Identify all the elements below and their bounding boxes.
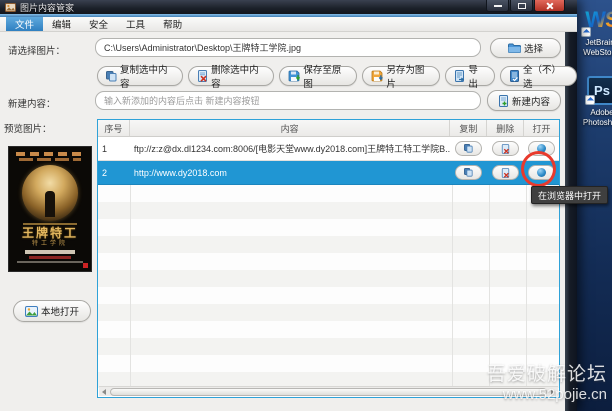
tooltip: 在浏览器中打开 (531, 186, 609, 204)
poster-circle-art (22, 165, 78, 221)
poster-credits-bar (16, 152, 84, 156)
save-as-image-label: 另存为图片 (386, 65, 425, 90)
minimize-icon (493, 4, 502, 7)
header-open: 打开 (532, 123, 551, 134)
choose-image-label: 选择 (523, 44, 543, 55)
poster-credits-bar (19, 158, 81, 161)
delete-selected-label: 删除选中内容 (211, 65, 259, 90)
delete-icon (502, 143, 510, 154)
poster-credits-bar (29, 256, 71, 259)
column-divider (489, 185, 490, 388)
column-divider (526, 185, 527, 388)
poster-preview-image: 王牌特工 特工学院 (8, 146, 92, 272)
row-delete-button[interactable] (492, 141, 520, 156)
webstorm-icon: WS (581, 5, 612, 37)
export-button[interactable]: 导出 (445, 65, 495, 90)
column-divider (452, 185, 453, 388)
copy-icon (106, 70, 117, 82)
export-label: 导出 (468, 65, 478, 90)
row-content: http://www.dy2018.com (133, 167, 227, 178)
shortcut-arrow-icon (585, 95, 595, 105)
close-icon (546, 2, 554, 10)
watermark-line1: 吾爱破解论坛 (486, 364, 607, 385)
table-header: 序号 内容 复制 删除 打开 (98, 120, 559, 137)
row-content: ftp://z:z@dx.dl1234.com:8006/[电影天堂www.dy… (133, 144, 451, 154)
poster-credits-bar (25, 250, 75, 254)
row-delete-button[interactable] (492, 165, 520, 180)
app-icon (5, 2, 16, 12)
image-path-input[interactable] (95, 38, 481, 57)
preview-label: 预览图片： (4, 124, 52, 135)
close-button[interactable] (534, 0, 565, 12)
select-all-label: 全（不）选 (523, 65, 562, 90)
copy-icon (464, 168, 473, 177)
poster-title: 王牌特工 (21, 226, 78, 240)
menubar: 文件 编辑 安全 工具 帮助 (0, 17, 577, 32)
minimize-button[interactable] (486, 0, 509, 12)
toolbar: 复制选中内容 删除选中内容 保存至原图 另存为图片 导出 全（不）选 (97, 65, 578, 90)
annotation-circle (521, 151, 556, 187)
choose-image-button[interactable]: 选择 (490, 38, 561, 58)
copy-icon (464, 144, 473, 153)
new-content-label: 新建内容： (8, 99, 56, 110)
row-copy-button[interactable] (455, 141, 483, 156)
save-to-original-label: 保存至原图 (303, 65, 342, 90)
photoshop-icon: Ps (585, 76, 612, 105)
scroll-left-arrow[interactable] (99, 387, 109, 397)
export-icon (454, 70, 465, 82)
save-as-image-button[interactable]: 另存为图片 (362, 65, 441, 90)
window-controls (485, 0, 565, 12)
select-all-icon (509, 70, 520, 82)
menu-edit[interactable]: 编辑 (43, 17, 80, 31)
watermark-line2: www.52pojie.cn (502, 386, 607, 403)
poster-divider (23, 223, 77, 225)
select-all-button[interactable]: 全（不）选 (500, 65, 578, 90)
menu-help[interactable]: 帮助 (154, 17, 191, 31)
select-image-label: 请选择图片： (8, 46, 66, 57)
copy-selected-button[interactable]: 复制选中内容 (97, 65, 184, 90)
delete-selected-button[interactable]: 删除选中内容 (188, 65, 275, 90)
menu-security[interactable]: 安全 (80, 17, 117, 31)
scrollbar-thumb[interactable] (110, 387, 547, 396)
screen: WS JetBrains WebStorm Ps Adobe Photoshop… (0, 0, 612, 411)
maximize-button[interactable] (510, 0, 533, 12)
copy-selected-label: 复制选中内容 (120, 65, 168, 90)
column-divider (130, 185, 131, 388)
save-as-icon (371, 70, 384, 82)
photo-icon (24, 305, 38, 317)
poster-credits-bar (17, 261, 83, 263)
row-index: 2 (102, 167, 108, 178)
menu-tools[interactable]: 工具 (117, 17, 154, 31)
shortcut-arrow-icon (581, 27, 592, 37)
delete-icon (502, 167, 510, 178)
watermark: 吾爱破解论坛 www.52pojie.cn (487, 359, 607, 403)
header-content: 内容 (130, 120, 451, 136)
local-open-button[interactable]: 本地打开 (13, 300, 91, 322)
header-index: 序号 (98, 120, 130, 136)
menu-file[interactable]: 文件 (6, 17, 44, 31)
local-open-label: 本地打开 (40, 307, 79, 318)
poster-subtitle: 特工学院 (31, 241, 68, 247)
new-content-icon (498, 94, 509, 107)
app-window: 图片内容管家 文件 编辑 安全 工具 帮助 请选择图片： 选择 (0, 0, 578, 411)
table-row-selected[interactable]: 2 http://www.dy2018.com (98, 161, 559, 185)
maximize-icon (517, 2, 526, 9)
new-content-button-label: 新建内容 (511, 96, 550, 108)
table-row[interactable]: 1 ftp://z:z@dx.dl1234.com:8006/[电影天堂www.… (98, 137, 559, 161)
row-index: 1 (102, 143, 108, 154)
new-content-input[interactable] (95, 91, 481, 110)
save-to-original-button[interactable]: 保存至原图 (279, 65, 358, 90)
content-table: 序号 内容 复制 删除 打开 1 ftp://z:z@dx.dl1234.com… (97, 119, 560, 398)
window-title: 图片内容管家 (20, 2, 75, 13)
header-delete: 删除 (487, 120, 525, 136)
delete-icon (197, 70, 208, 82)
folder-icon (507, 43, 521, 53)
row-copy-button[interactable] (455, 165, 483, 180)
new-content-button[interactable]: 新建内容 (487, 90, 561, 111)
header-copy: 复制 (450, 120, 488, 136)
poster-rating-mark (83, 263, 88, 268)
save-icon (288, 70, 301, 82)
